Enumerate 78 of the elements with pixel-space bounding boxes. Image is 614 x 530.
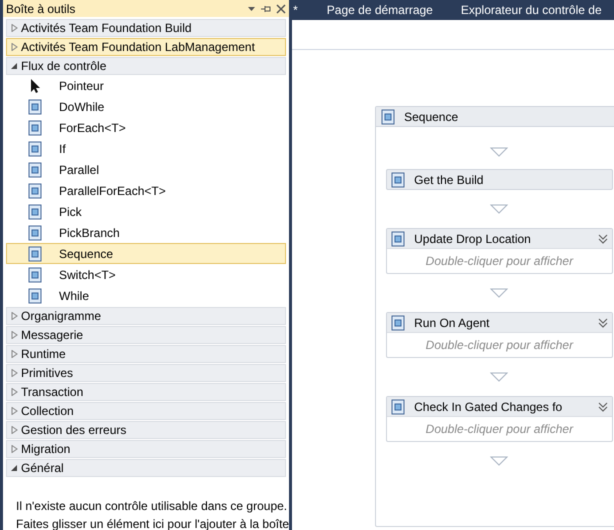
expand-triangle-icon[interactable] bbox=[11, 426, 18, 434]
toolbox-item[interactable]: While bbox=[6, 285, 286, 306]
toolbox-item[interactable]: Switch<T> bbox=[6, 264, 286, 285]
toolbox-item[interactable]: PickBranch bbox=[6, 222, 286, 243]
activity-icon bbox=[390, 230, 406, 246]
close-icon[interactable] bbox=[276, 4, 286, 14]
category-header[interactable]: Flux de contrôle bbox=[6, 57, 286, 75]
drop-target-icon bbox=[490, 288, 508, 298]
category-header[interactable]: Messagerie bbox=[6, 326, 286, 344]
activity-icon bbox=[27, 162, 43, 178]
expand-triangle-icon[interactable] bbox=[11, 331, 18, 339]
expand-triangle-icon[interactable] bbox=[11, 350, 18, 358]
category-header[interactable]: Gestion des erreurs bbox=[6, 421, 286, 439]
collapse-triangle-icon[interactable] bbox=[11, 464, 18, 472]
activity-icon bbox=[390, 398, 406, 414]
expand-triangle-icon[interactable] bbox=[11, 369, 18, 377]
activity-icon bbox=[380, 108, 396, 124]
activity-hint: Double-cliquer pour afficher bbox=[426, 337, 574, 354]
activity-card[interactable]: Get the Build bbox=[386, 169, 613, 190]
toolbox-item[interactable]: If bbox=[6, 138, 286, 159]
toolbox-item[interactable]: Pick bbox=[6, 201, 286, 222]
activity-title: Check In Gated Changes fo bbox=[414, 398, 562, 416]
expand-icon[interactable] bbox=[596, 316, 609, 328]
empty-group-message: Il n'existe aucun contrôle utilisable dans ce groupe. bbox=[16, 498, 288, 515]
category-header[interactable]: Général bbox=[6, 459, 286, 477]
category-header[interactable]: Activités Team Foundation LabManagement bbox=[6, 38, 286, 56]
toolbox-item[interactable]: Pointeur bbox=[6, 75, 286, 96]
activity-icon bbox=[27, 98, 43, 114]
collapse-triangle-icon[interactable] bbox=[11, 62, 18, 70]
document-tab[interactable]: * bbox=[292, 1, 299, 19]
activity-hint: Double-cliquer pour afficher bbox=[426, 421, 574, 438]
expand-icon[interactable] bbox=[596, 400, 609, 412]
category-header[interactable]: Migration bbox=[6, 440, 286, 458]
activity-icon bbox=[27, 266, 43, 282]
category-header[interactable]: Activités Team Foundation Build bbox=[6, 19, 286, 37]
panel-title: Boîte à outils bbox=[6, 0, 76, 18]
dropdown-icon[interactable] bbox=[247, 4, 256, 13]
activity-icon bbox=[390, 314, 406, 330]
activity-title: Run On Agent bbox=[414, 314, 490, 332]
expand-triangle-icon[interactable] bbox=[11, 445, 18, 453]
sequence-title: Sequence bbox=[404, 108, 458, 126]
category-header[interactable]: Runtime bbox=[6, 345, 286, 363]
activity-icon bbox=[27, 288, 43, 304]
activity-icon bbox=[27, 224, 43, 240]
drop-target-icon bbox=[490, 147, 508, 157]
expand-triangle-icon[interactable] bbox=[11, 43, 18, 51]
activity-icon bbox=[27, 120, 43, 136]
expand-triangle-icon[interactable] bbox=[11, 24, 18, 32]
expand-icon[interactable] bbox=[596, 232, 609, 244]
document-tab[interactable]: Page de démarrage bbox=[326, 1, 433, 19]
toolbox-item[interactable]: Sequence bbox=[6, 243, 286, 264]
activity-hint: Double-cliquer pour afficher bbox=[426, 253, 574, 270]
pin-icon[interactable] bbox=[260, 4, 272, 14]
document-tab[interactable]: Explorateur du contrôle de bbox=[460, 1, 602, 19]
activity-card[interactable]: Check In Gated Changes fo Double-cliquer pour afficher bbox=[386, 396, 613, 442]
category-header[interactable]: Organigramme bbox=[6, 307, 286, 325]
toolbox-item[interactable]: Parallel bbox=[6, 159, 286, 180]
activity-icon bbox=[27, 140, 43, 156]
drop-target-icon bbox=[490, 204, 508, 214]
activity-icon bbox=[390, 172, 406, 188]
category-header[interactable]: Transaction bbox=[6, 383, 286, 401]
category-header[interactable]: Collection bbox=[6, 402, 286, 420]
expand-triangle-icon[interactable] bbox=[11, 407, 18, 415]
category-header[interactable]: Primitives bbox=[6, 364, 286, 382]
activity-card[interactable]: Update Drop Location Double-cliquer pour afficher bbox=[386, 228, 613, 274]
expand-triangle-icon[interactable] bbox=[11, 312, 18, 320]
drop-target-icon bbox=[490, 456, 508, 466]
drop-target-icon bbox=[490, 372, 508, 382]
activity-icon bbox=[27, 204, 43, 220]
expand-triangle-icon[interactable] bbox=[11, 388, 18, 396]
toolbox-item[interactable]: ParallelForEach<T> bbox=[6, 180, 286, 201]
sequence-container[interactable]: Sequence Get the Build Update Drop Location Double-cliquer pour afficher Run On Agent Double-cliquer pour afficher Check In Gated Changes fo Double-cliquer pour afficher bbox=[375, 106, 614, 527]
activity-title: Update Drop Location bbox=[414, 230, 531, 248]
toolbox-item[interactable]: DoWhile bbox=[6, 96, 286, 117]
activity-icon bbox=[27, 182, 43, 198]
toolbox-item[interactable]: ForEach<T> bbox=[6, 117, 286, 138]
activity-card[interactable]: Run On Agent Double-cliquer pour afficher bbox=[386, 312, 613, 358]
activity-icon bbox=[27, 246, 43, 262]
